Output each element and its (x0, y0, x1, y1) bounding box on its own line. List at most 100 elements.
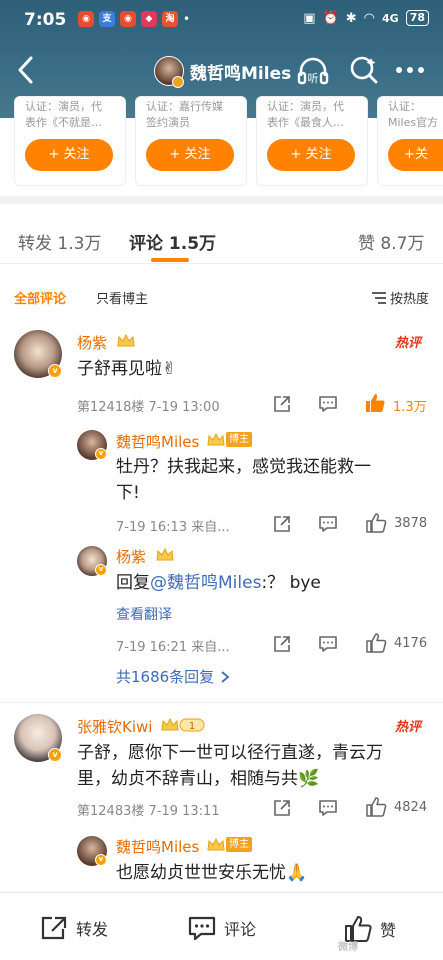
reply-user-name[interactable]: 魏哲鸣Miles (116, 836, 199, 857)
recommend-cert: 认证：演员，代 表作《最食人… (267, 100, 344, 129)
reply-time-source: 7-19 16:13 来自... (116, 520, 230, 535)
navigation-bar: 魏哲鸣Miles 听 (0, 46, 443, 94)
comment-icon[interactable] (318, 394, 338, 414)
wifi-icon: ◠ (363, 10, 375, 26)
follow-button[interactable]: +关 (388, 139, 443, 171)
translate-link[interactable]: 查看翻译 (116, 604, 172, 624)
follow-button[interactable]: + 关注 (146, 139, 234, 171)
like-icon[interactable] (365, 512, 387, 534)
like-label: 赞 (380, 921, 397, 940)
tab-like[interactable]: 赞 8.7万 (358, 229, 424, 254)
search-icon (350, 56, 378, 84)
recommend-card[interactable]: 认证： Miles官方 +关 (377, 96, 443, 186)
reply-user-name[interactable]: 杨紫 (116, 546, 146, 567)
weibo-notify-icon: ◉ (78, 11, 94, 27)
headphone-icon: 听 (297, 57, 329, 85)
share-icon[interactable] (272, 634, 292, 654)
like-count: 3878 (394, 516, 428, 531)
total-replies-label: 共1686条回复 (116, 668, 215, 686)
comment-button[interactable]: 评论 (188, 915, 256, 941)
share-icon[interactable] (272, 514, 292, 534)
verified-badge-icon: v (48, 748, 62, 762)
sort-button[interactable]: 按热度 (371, 288, 429, 307)
comment-text: 子舒再见啦✌ (77, 359, 177, 379)
recommend-card[interactable]: 认证：嘉行传媒 签约演员 + 关注 (135, 96, 247, 186)
more-button[interactable] (394, 56, 426, 84)
filter-all-comments[interactable]: 全部评论 (14, 288, 66, 307)
vip-crown-icon (156, 547, 174, 561)
repost-button[interactable]: 转发 (40, 915, 108, 941)
status-time: 7:05 (24, 10, 67, 30)
tab-repost[interactable]: 转发 1.3万 (18, 229, 101, 254)
verified-badge-icon (172, 76, 184, 88)
verified-badge-icon: v (95, 448, 107, 460)
active-tab-indicator (151, 258, 189, 262)
recommend-card[interactable]: 认证：演员，代 表作《最食人… + 关注 (256, 96, 368, 186)
like-count: 4176 (394, 636, 428, 651)
recommend-cert: 认证：演员，代 表作《不就是… (25, 100, 102, 129)
back-button[interactable] (12, 52, 42, 88)
follow-button[interactable]: + 关注 (267, 139, 355, 171)
more-notify-icon: • (183, 12, 191, 26)
reply-text: 下! (116, 483, 140, 503)
host-badge: 博主 (226, 432, 252, 447)
comment-floor-time: 第12418楼 7-19 13:00 (77, 400, 220, 415)
reply-user-name[interactable]: 魏哲鸣Miles (116, 431, 199, 452)
view-all-replies-link[interactable]: 共1686条回复 (116, 666, 230, 687)
sort-icon (371, 291, 386, 304)
search-button[interactable] (348, 54, 380, 86)
share-icon[interactable] (272, 798, 292, 818)
comment-divider (0, 702, 443, 703)
like-icon[interactable] (365, 632, 387, 654)
comment-icon[interactable] (318, 634, 338, 654)
signal-icon: 4G (382, 11, 399, 25)
vip-crown-icon (207, 837, 225, 851)
mention-link[interactable]: @魏哲鸣Miles (150, 573, 261, 593)
like-count: 4824 (394, 800, 428, 815)
filter-host-only[interactable]: 只看博主 (96, 288, 148, 307)
sort-label: 按热度 (389, 292, 429, 307)
post-tabs: 转发 1.3万 评论 1.5万 赞 8.7万 (0, 204, 443, 264)
follow-button[interactable]: + 关注 (25, 139, 113, 171)
tab-comment[interactable]: 评论 1.5万 (129, 229, 216, 254)
taobao-notify-icon: 淘 (162, 11, 178, 27)
repost-label: 转发 (76, 920, 109, 939)
alarm-icon: ⏰ (322, 10, 339, 26)
reply-text: 牡丹？扶我起来，感觉我还能救一 (116, 457, 371, 477)
alipay-notify-icon: 支 (99, 11, 115, 27)
back-arrow-icon (18, 56, 33, 84)
listen-button[interactable]: 听 (296, 54, 330, 88)
vip-level-badge-icon: 1 (161, 717, 205, 732)
recommend-card[interactable]: 认证：演员，代 表作《不就是… + 关注 (14, 96, 126, 186)
watermark: 微博 (338, 942, 358, 953)
weibo-notify-icon-2: ◉ (120, 11, 136, 27)
comment-icon (188, 916, 216, 941)
like-icon[interactable] (365, 796, 387, 818)
verified-badge-icon: v (95, 564, 107, 576)
recommend-cert: 认证： Miles官方 (388, 100, 439, 129)
nfc-icon: ▣ (303, 10, 316, 26)
reply-suffix: :？ bye (261, 573, 321, 593)
bottom-action-bar: 转发 评论 赞 (0, 892, 443, 960)
reply-text: 回复@魏哲鸣Miles:？ bye (116, 568, 321, 598)
recommended-users-row: 认证：演员，代 表作《不就是… + 关注 认证：嘉行传媒 签约演员 + 关注 认证：… (0, 96, 443, 188)
verified-badge-icon: v (48, 364, 62, 378)
section-separator (0, 196, 443, 204)
repost-icon (41, 916, 67, 940)
status-bar: 7:05 ◉ 支 ◉ ◆ 淘 • ▣ ⏰ ✱ ◠ 4G 78 (0, 0, 443, 40)
reply-prefix: 回复 (116, 573, 150, 593)
hot-comment-tag: 热评 (395, 336, 422, 351)
hot-comment-tag: 热评 (395, 720, 422, 735)
comment-filters: 全部评论 只看博主 按热度 (0, 276, 443, 316)
author-name[interactable]: 魏哲鸣Miles (190, 59, 291, 84)
host-badge: 博主 (226, 837, 252, 852)
like-icon[interactable] (364, 392, 386, 414)
svg-text:听: 听 (308, 72, 319, 85)
comment-icon[interactable] (318, 514, 338, 534)
commenter-name[interactable]: 张雅钦Kiwi (77, 716, 152, 737)
battery-icon: 78 (405, 10, 429, 26)
comment-label: 评论 (224, 920, 257, 939)
comment-icon[interactable] (318, 798, 338, 818)
share-icon[interactable] (272, 394, 292, 414)
commenter-name[interactable]: 杨紫 (77, 332, 107, 353)
